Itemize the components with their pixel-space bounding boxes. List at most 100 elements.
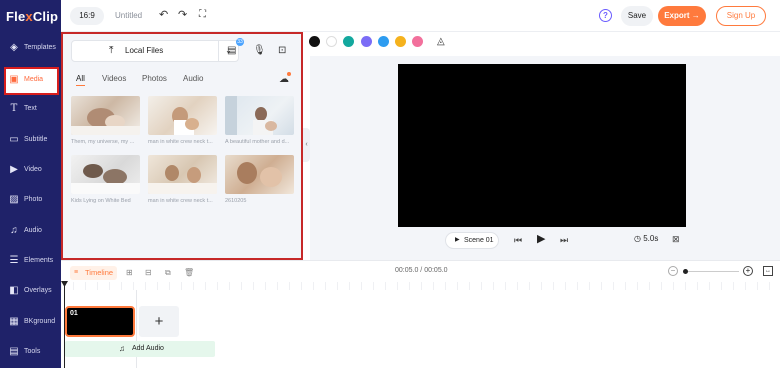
clock-icon: ◷ <box>634 234 641 243</box>
tab-all[interactable]: All <box>76 74 85 86</box>
skip-previous-icon[interactable]: ⏮ <box>514 235 522 245</box>
sidebar-item-elements[interactable]: ☰ Elements <box>0 248 61 276</box>
music-icon: ♫ <box>10 225 18 236</box>
play-icon: ▶ <box>455 237 460 243</box>
color-swatch-black[interactable] <box>309 36 320 47</box>
video-icon: ▶ <box>10 164 18 175</box>
delete-icon[interactable]: 🗑 <box>184 268 194 278</box>
status-dot <box>287 72 291 76</box>
scene-duration[interactable]: ◷ 5.0s <box>634 234 658 243</box>
add-audio-button[interactable]: ♫ Add Audio <box>65 341 215 357</box>
tools-icon: ▤ <box>9 346 19 357</box>
zoom-out-icon[interactable]: − <box>668 266 678 276</box>
comment-icon[interactable]: ▤ <box>227 46 236 56</box>
media-thumbnail[interactable] <box>148 155 217 194</box>
sign-up-button[interactable]: Sign Up <box>716 6 766 26</box>
sidebar-item-audio[interactable]: ♫ Audio <box>0 218 61 246</box>
fit-screen-icon[interactable]: ⊠ <box>672 234 680 244</box>
media-panel: ⤒ Local Files ⌄ ▤ 33 🎙 ⊡ All Videos Phot… <box>61 32 303 260</box>
zoom-slider[interactable] <box>683 271 739 272</box>
arrow-right-icon: → <box>691 11 700 20</box>
sidebar-item-text[interactable]: T Text <box>0 96 61 124</box>
screen-record-icon[interactable]: ⊡ <box>278 46 286 56</box>
sidebar-item-video[interactable]: ▶ Video <box>0 157 61 185</box>
media-caption: Kids Lying on White Bed <box>71 198 131 204</box>
overlays-icon: ◧ <box>9 285 19 296</box>
music-icon: ♫ <box>119 344 125 353</box>
save-button[interactable]: Save <box>621 6 653 26</box>
zoom-slider-handle[interactable] <box>683 269 688 274</box>
scene-clip[interactable]: 01 <box>65 306 135 337</box>
duplicate-icon[interactable]: ⧉ <box>165 268 171 278</box>
sidebar-item-photo[interactable]: ▨ Photo <box>0 187 61 215</box>
split-icon[interactable]: ⊞ <box>126 268 133 278</box>
timeline-toggle[interactable]: ≡ Timeline <box>70 266 117 280</box>
undo-icon[interactable]: ↶ <box>159 9 168 21</box>
color-swatch-yellow[interactable] <box>395 36 406 47</box>
photo-preview <box>148 165 217 194</box>
collapse-panel-handle[interactable]: ‹ <box>303 128 310 162</box>
media-thumbnail[interactable] <box>71 96 140 135</box>
timeline-icon: ≡ <box>74 269 79 276</box>
text-icon: T <box>10 103 18 114</box>
photo-preview <box>237 162 282 187</box>
notification-badge: 33 <box>236 38 244 46</box>
playhead[interactable] <box>64 282 65 368</box>
play-icon[interactable]: ▶ <box>537 234 545 245</box>
photo-preview <box>71 108 140 135</box>
background-icon: ▦ <box>9 316 19 327</box>
color-swatch-pink[interactable] <box>412 36 423 47</box>
local-files-button[interactable]: ⤒ Local Files <box>71 40 219 62</box>
paint-bucket-icon[interactable]: ◬ <box>437 36 445 47</box>
color-swatch-blue[interactable] <box>378 36 389 47</box>
project-title[interactable]: Untitled <box>115 11 142 20</box>
photo-preview <box>71 164 140 194</box>
help-icon[interactable]: ? <box>599 9 612 22</box>
color-swatch-purple[interactable] <box>361 36 372 47</box>
sidebar: FlexClip ◈ Templates ▣ Media T Text ▭ Su… <box>0 0 61 368</box>
scene-selector[interactable]: ▶ Scene 01 <box>445 232 499 249</box>
timeline-time: 00:05.0 / 00:05.0 <box>395 267 448 274</box>
sidebar-item-templates[interactable]: ◈ Templates <box>0 35 61 63</box>
fullscreen-icon[interactable]: ⛶ <box>199 9 206 21</box>
flexclip-logo[interactable]: FlexClip <box>6 9 58 24</box>
media-caption: A beautiful mother and d... <box>225 139 290 145</box>
sidebar-item-subtitle[interactable]: ▭ Subtitle <box>0 127 61 155</box>
layers-icon: ◈ <box>10 42 18 53</box>
tab-videos[interactable]: Videos <box>102 74 126 83</box>
skip-next-icon[interactable]: ⏭ <box>560 235 568 245</box>
color-swatch-white[interactable] <box>326 36 337 47</box>
trim-icon[interactable]: ⊟ <box>145 268 152 278</box>
media-thumbnail[interactable] <box>71 155 140 194</box>
sidebar-item-overlays[interactable]: ◧ Overlays <box>0 278 61 306</box>
media-thumbnail[interactable] <box>148 96 217 135</box>
redo-icon[interactable]: ↷ <box>178 9 187 21</box>
fit-timeline-icon[interactable]: ↔ <box>763 266 773 276</box>
tab-photos[interactable]: Photos <box>142 74 167 83</box>
add-scene-button[interactable]: + <box>139 306 179 337</box>
media-caption: man in white crew neck t... <box>148 198 213 204</box>
sidebar-item-tools[interactable]: ▤ Tools <box>0 339 61 367</box>
export-button[interactable]: Export → <box>658 6 706 26</box>
microphone-icon[interactable]: 🎙 <box>253 46 266 56</box>
photo-preview <box>172 107 199 135</box>
zoom-in-icon[interactable]: + <box>743 266 753 276</box>
sidebar-item-background[interactable]: ▦ BKground <box>0 309 61 337</box>
timeline-ruler[interactable] <box>61 282 780 290</box>
video-canvas[interactable] <box>398 64 686 227</box>
upload-icon: ⤒ <box>109 45 114 56</box>
media-caption: Them, my universe, my ... <box>71 139 135 145</box>
subtitle-icon: ▭ <box>9 134 19 145</box>
top-toolbar: 16:9 Untitled ↶ ↷ ⛶ ? Save Export → Sign… <box>61 0 780 32</box>
media-caption: man in white crew neck t... <box>148 139 213 145</box>
color-swatch-teal[interactable] <box>343 36 354 47</box>
flexclip-editor: FlexClip ◈ Templates ▣ Media T Text ▭ Su… <box>0 0 780 368</box>
media-caption: 2610205 <box>225 198 247 204</box>
timeline: ≡ Timeline ⊞ ⊟ ⧉ 🗑 00:05.0 / 00:05.0 − +… <box>61 260 780 368</box>
tab-audio[interactable]: Audio <box>183 74 203 83</box>
sidebar-item-media[interactable]: ▣ Media <box>4 67 59 95</box>
media-thumbnail[interactable] <box>225 96 294 135</box>
elements-icon: ☰ <box>9 255 19 266</box>
media-thumbnail[interactable] <box>225 155 294 194</box>
aspect-ratio-button[interactable]: 16:9 <box>70 7 104 25</box>
